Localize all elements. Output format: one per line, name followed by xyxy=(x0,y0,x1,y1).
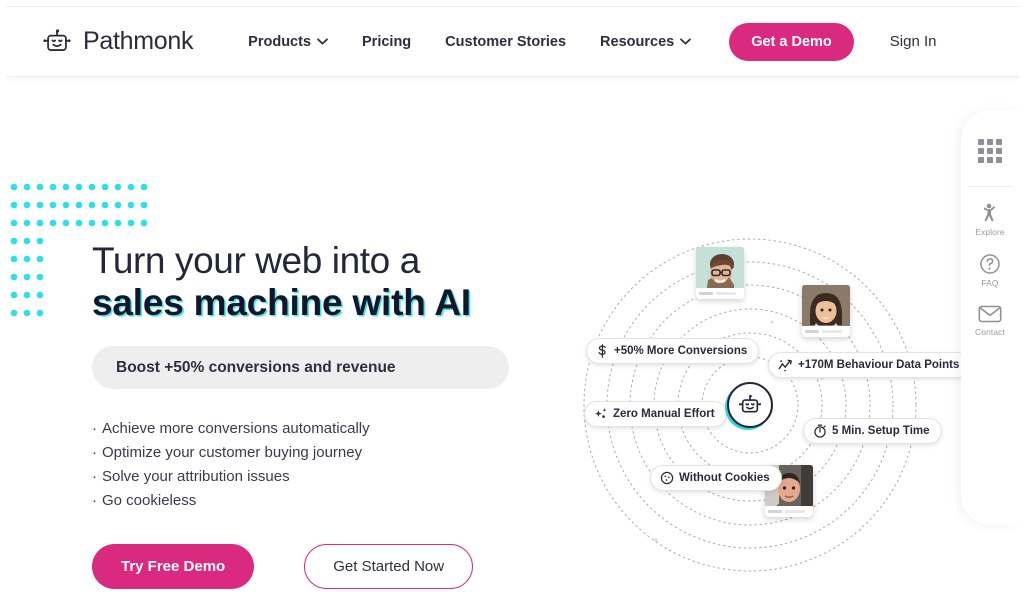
nav-item-products[interactable]: Products xyxy=(248,34,328,50)
page-frame-top xyxy=(0,0,1024,6)
page-root: Pathmonk Products Pricing Customer Stori… xyxy=(0,0,1024,599)
divider xyxy=(968,186,1012,187)
nav-item-customer-stories-label: Customer Stories xyxy=(445,33,567,50)
chevron-down-icon xyxy=(680,38,692,45)
dollar-icon xyxy=(598,344,606,358)
try-free-demo-button[interactable]: Try Free Demo xyxy=(92,544,255,589)
nav-item-pricing-label: Pricing xyxy=(362,33,412,50)
sidebar-item-faq[interactable]: FAQ xyxy=(961,244,1019,295)
hero-content: Turn your web into a sales machine with … xyxy=(92,240,562,589)
list-item: Solve your attribution issues xyxy=(92,465,562,489)
nav-item-customer-stories[interactable]: Customer Stories xyxy=(445,34,566,50)
list-item: Optimize your customer buying journey xyxy=(92,441,562,465)
stopwatch-icon xyxy=(814,424,826,438)
robot-icon xyxy=(738,394,762,413)
sidebar-item-explore[interactable]: Explore xyxy=(961,193,1019,244)
page-frame-left xyxy=(0,0,6,599)
headline-line-2: sales machine with AI xyxy=(92,282,471,323)
sparkle-icon xyxy=(595,408,607,418)
feature-bullet-list: Achieve more conversions automatically O… xyxy=(92,417,562,513)
cookie-icon xyxy=(660,471,674,485)
question-circle-icon xyxy=(980,254,1000,274)
nav-item-pricing[interactable]: Pricing xyxy=(362,34,411,50)
page-title: Turn your web into a sales machine with … xyxy=(92,240,562,324)
top-navigation-bar: Pathmonk Products Pricing Customer Stori… xyxy=(6,7,1019,77)
hero-button-group: Try Free Demo Get Started Now xyxy=(92,544,562,589)
page-frame-right xyxy=(1019,0,1024,599)
page-frame-hairline xyxy=(6,6,1019,7)
grid-icon xyxy=(978,139,1002,163)
chip-without-cookies[interactable]: Without Cookies xyxy=(650,465,782,491)
robot-icon xyxy=(43,28,71,51)
explore-person-icon xyxy=(984,203,996,222)
avatar xyxy=(696,247,744,299)
get-started-now-button[interactable]: Get Started Now xyxy=(304,544,474,589)
chip-label: 5 Min. Setup Time xyxy=(832,425,930,437)
avatar-caption-bar xyxy=(802,326,850,337)
boost-badge-label: Boost +50% conversions and revenue xyxy=(116,358,396,376)
envelope-icon xyxy=(978,305,1002,323)
get-a-demo-button[interactable]: Get a Demo xyxy=(729,22,854,61)
chip-label: +50% More Conversions xyxy=(614,345,748,357)
chip-behaviour-data-points[interactable]: +170M Behaviour Data Points xyxy=(768,352,972,378)
chip-zero-manual-effort[interactable]: Zero Manual Effort xyxy=(584,401,727,427)
boost-badge: Boost +50% conversions and revenue xyxy=(92,346,509,389)
hero-illustration: +50% More Conversions +170M Behaviour Da… xyxy=(560,230,980,580)
sign-in-link[interactable]: Sign In xyxy=(890,33,937,50)
nav-item-products-label: Products xyxy=(248,33,312,50)
chip-label: +170M Behaviour Data Points xyxy=(798,359,960,371)
list-item: Achieve more conversions automatically xyxy=(92,417,562,441)
grid-menu-button[interactable] xyxy=(977,138,1003,169)
chip-more-conversions[interactable]: +50% More Conversions xyxy=(586,338,760,364)
chip-setup-time[interactable]: 5 Min. Setup Time xyxy=(803,418,942,444)
avatar-caption-bar xyxy=(765,506,813,517)
sidebar-item-contact-label: Contact xyxy=(975,327,1005,337)
nav-links: Products Pricing Customer Stories Resour… xyxy=(248,33,692,50)
sidebar-item-contact[interactable]: Contact xyxy=(961,295,1019,344)
trend-line-icon xyxy=(778,359,792,371)
nav-item-resources-label: Resources xyxy=(600,33,675,50)
side-help-widget: Explore FAQ Contact xyxy=(961,110,1019,525)
sidebar-item-explore-label: Explore xyxy=(975,227,1005,237)
center-robot-badge xyxy=(727,382,773,428)
brand-logo-link[interactable]: Pathmonk xyxy=(40,25,193,59)
avatar xyxy=(802,285,850,337)
list-item: Go cookieless xyxy=(92,489,562,513)
headline-line-1: Turn your web into a xyxy=(92,240,420,281)
page-frame-bottom xyxy=(0,594,1024,599)
chip-label: Zero Manual Effort xyxy=(613,408,715,420)
avatar-caption-bar xyxy=(696,288,744,299)
chip-label: Without Cookies xyxy=(679,472,770,484)
nav-item-resources[interactable]: Resources xyxy=(600,33,692,50)
chevron-down-icon xyxy=(317,38,328,45)
sidebar-item-faq-label: FAQ xyxy=(981,278,999,288)
brand-name: Pathmonk xyxy=(83,27,194,55)
